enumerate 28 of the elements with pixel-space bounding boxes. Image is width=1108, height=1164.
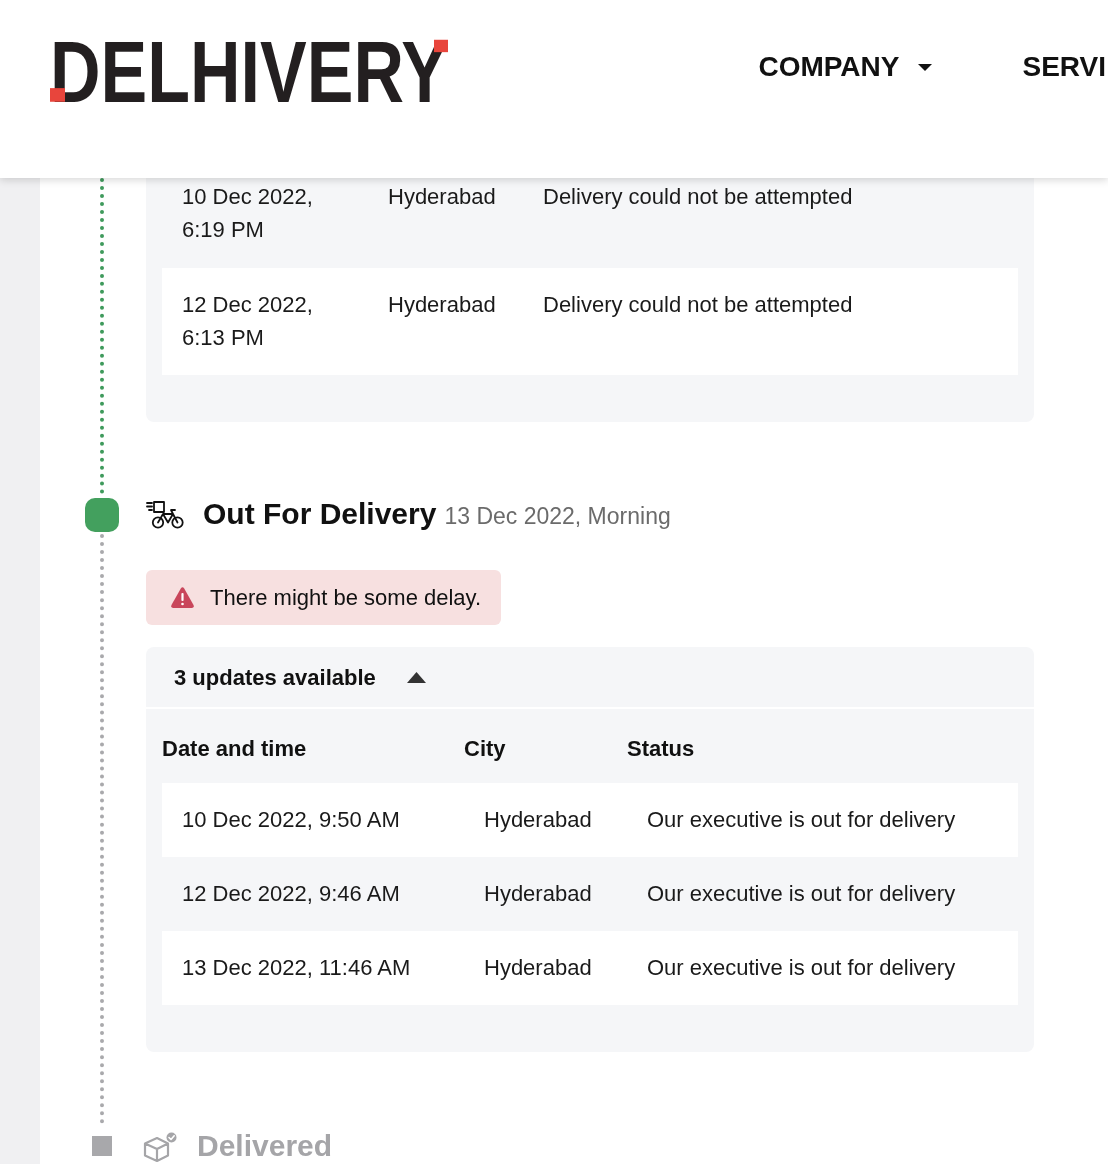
table-cell-text: 12 Dec 2022, 9:46 AM bbox=[182, 880, 401, 908]
table-cell-text: Hyderabad bbox=[388, 291, 496, 319]
alert-message: There might be some delay. bbox=[210, 583, 482, 612]
table-cell-text: Hyderabad bbox=[484, 880, 592, 908]
table-cell-text: 10 Dec 2022, 9:50 AM bbox=[182, 806, 401, 834]
table-cell-text: 10 Dec 2022, 6:19 PM bbox=[182, 183, 314, 244]
nav-link[interactable]: SERVI bbox=[1022, 51, 1106, 83]
table-cell-text: Delivery could not be attempted bbox=[543, 291, 853, 319]
warning-icon bbox=[171, 587, 194, 608]
table-cell-text: Hyderabad bbox=[388, 183, 496, 211]
column-header: Date and time bbox=[162, 735, 307, 763]
table-cell-text: Delivery could not be attempted bbox=[543, 183, 853, 211]
logo[interactable]: DELHIVERY bbox=[50, 28, 449, 116]
nav-menu-button[interactable]: COMPANY bbox=[758, 51, 933, 83]
table-cell-text: 13 Dec 2022, 11:46 AM bbox=[182, 954, 412, 982]
milestone-title: Delivered bbox=[197, 1131, 333, 1161]
table-cell-text: Our executive is out for delivery bbox=[647, 880, 956, 908]
delivery-bike-icon bbox=[146, 501, 184, 529]
column-header: Status bbox=[627, 735, 695, 763]
milestone-date: 13 Dec 2022, Morning bbox=[444, 502, 671, 531]
table-cell-text: Our executive is out for delivery bbox=[647, 954, 956, 982]
table-cell-text: Our executive is out for delivery bbox=[647, 806, 956, 834]
table-cell-text: Hyderabad bbox=[484, 806, 592, 834]
updates-toggle[interactable]: 3 updates available bbox=[146, 647, 1034, 709]
table-cell-text: Hyderabad bbox=[484, 954, 592, 982]
column-header: City bbox=[464, 735, 506, 763]
milestone-title: Out For Delivery bbox=[203, 499, 437, 529]
table-cell-text: 12 Dec 2022, 6:13 PM bbox=[182, 291, 314, 352]
